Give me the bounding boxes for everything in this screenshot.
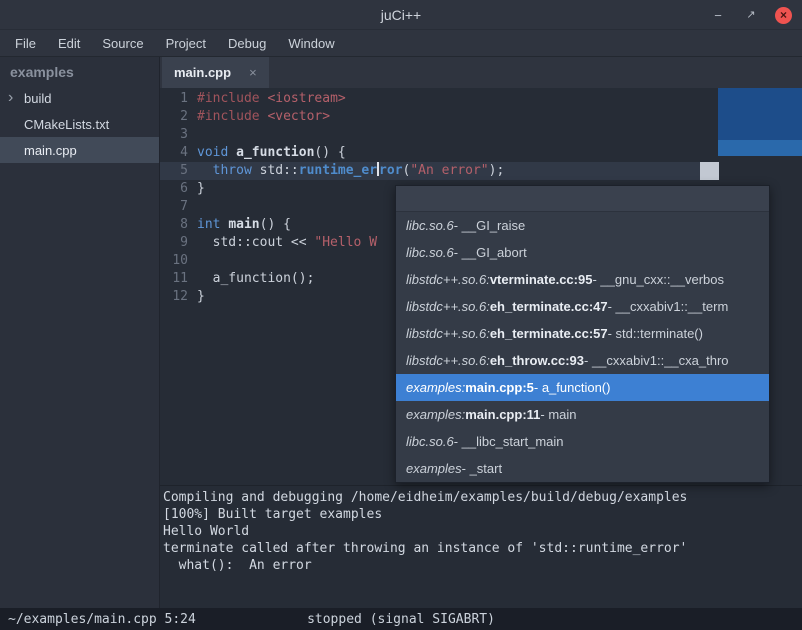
- backtrace-row[interactable]: libc.so.6 - __libc_start_main: [396, 428, 769, 455]
- menu-debug[interactable]: Debug: [217, 30, 277, 57]
- backtrace-row[interactable]: libc.so.6 - __GI_abort: [396, 239, 769, 266]
- tree-item-label: CMakeLists.txt: [24, 117, 109, 132]
- terminal-line: [100%] Built target examples: [163, 506, 800, 523]
- backtrace-popup: libc.so.6 - __GI_raiselibc.so.6 - __GI_a…: [395, 185, 770, 483]
- window-controls: − ↗ ×: [709, 0, 792, 30]
- tree-item-label: build: [24, 91, 51, 106]
- terminal-line: Hello World: [163, 523, 800, 540]
- backtrace-row[interactable]: libc.so.6 - __GI_raise: [396, 212, 769, 239]
- line-number: 7: [160, 198, 188, 216]
- code-text: #include <vector>: [188, 108, 330, 126]
- file-tree: ›build CMakeLists.txt main.cpp: [0, 85, 159, 163]
- code-line[interactable]: 3: [160, 126, 802, 144]
- close-button[interactable]: ×: [775, 7, 792, 24]
- backtrace-row[interactable]: examples:main.cpp:11 - main: [396, 401, 769, 428]
- chevron-right-icon[interactable]: ›: [8, 91, 22, 105]
- terminal-line: terminate called after throwing an insta…: [163, 540, 800, 557]
- tree-item-main-cpp[interactable]: main.cpp: [0, 137, 159, 163]
- minimize-button[interactable]: −: [709, 6, 727, 24]
- line-number: 6: [160, 180, 188, 198]
- code-text: #include <iostream>: [188, 90, 346, 108]
- tab-main-cpp[interactable]: main.cpp ×: [162, 57, 269, 88]
- code-text: }: [188, 180, 205, 198]
- menu-bar: FileEditSourceProjectDebugWindow: [0, 30, 802, 57]
- backtrace-row[interactable]: libstdc++.so.6:eh_terminate.cc:47 - __cx…: [396, 293, 769, 320]
- code-text: int main() {: [188, 216, 291, 234]
- line-number: 4: [160, 144, 188, 162]
- window-title: juCi++: [381, 7, 421, 23]
- menu-source[interactable]: Source: [91, 30, 154, 57]
- sidebar: examples ›build CMakeLists.txt main.cpp: [0, 57, 160, 608]
- line-number: 12: [160, 288, 188, 306]
- tab-close-icon[interactable]: ×: [249, 65, 257, 80]
- title-bar: juCi++ − ↗ ×: [0, 0, 802, 30]
- code-text: [188, 198, 197, 216]
- line-number: 11: [160, 270, 188, 288]
- code-text: std::cout << "Hello W: [188, 234, 377, 252]
- maximize-button[interactable]: ↗: [742, 6, 760, 24]
- line-number: 10: [160, 252, 188, 270]
- backtrace-row[interactable]: examples - _start: [396, 455, 769, 482]
- code-text: [188, 126, 197, 144]
- app-window: juCi++ − ↗ × FileEditSourceProjectDebugW…: [0, 0, 802, 630]
- tab-label: main.cpp: [174, 65, 231, 80]
- status-debug-state: stopped (signal SIGABRT): [0, 612, 802, 627]
- line-number: 8: [160, 216, 188, 234]
- tooltip-overlay: [718, 88, 802, 156]
- tree-item-label: main.cpp: [24, 143, 77, 158]
- menu-file[interactable]: File: [4, 30, 47, 57]
- line-number: 2: [160, 108, 188, 126]
- code-line[interactable]: 1#include <iostream>: [160, 90, 802, 108]
- code-line[interactable]: 2#include <vector>: [160, 108, 802, 126]
- backtrace-row[interactable]: examples:main.cpp:5 - a_function(): [396, 374, 769, 401]
- code-text: throw std::runtime_error("An error");: [188, 162, 504, 180]
- code-text: void a_function() {: [188, 144, 346, 162]
- line-number: 3: [160, 126, 188, 144]
- project-name: examples: [0, 57, 159, 85]
- menu-edit[interactable]: Edit: [47, 30, 91, 57]
- menu-window[interactable]: Window: [277, 30, 345, 57]
- code-text: [188, 252, 197, 270]
- line-number: 1: [160, 90, 188, 108]
- status-bar: ~/examples/main.cpp 5:24 stopped (signal…: [0, 608, 802, 630]
- terminal-output[interactable]: Compiling and debugging /home/eidheim/ex…: [160, 485, 802, 608]
- code-text: a_function();: [188, 270, 314, 288]
- backtrace-row[interactable]: libstdc++.so.6:eh_terminate.cc:57 - std:…: [396, 320, 769, 347]
- tooltip-fragment: [700, 162, 719, 180]
- code-line[interactable]: 4void a_function() {: [160, 144, 802, 162]
- line-number: 5: [160, 162, 188, 180]
- code-text: }: [188, 288, 205, 306]
- popup-header: [396, 186, 769, 212]
- tree-item-build[interactable]: ›build: [0, 85, 159, 111]
- terminal-line: what(): An error: [163, 557, 800, 574]
- line-number: 9: [160, 234, 188, 252]
- menu-project[interactable]: Project: [155, 30, 217, 57]
- backtrace-row[interactable]: libstdc++.so.6:vterminate.cc:95 - __gnu_…: [396, 266, 769, 293]
- terminal-line: Compiling and debugging /home/eidheim/ex…: [163, 489, 800, 506]
- backtrace-row[interactable]: libstdc++.so.6:eh_throw.cc:93 - __cxxabi…: [396, 347, 769, 374]
- tree-item-cmakelists-txt[interactable]: CMakeLists.txt: [0, 111, 159, 137]
- tab-bar: main.cpp ×: [160, 57, 802, 88]
- popup-rows: libc.so.6 - __GI_raiselibc.so.6 - __GI_a…: [396, 212, 769, 482]
